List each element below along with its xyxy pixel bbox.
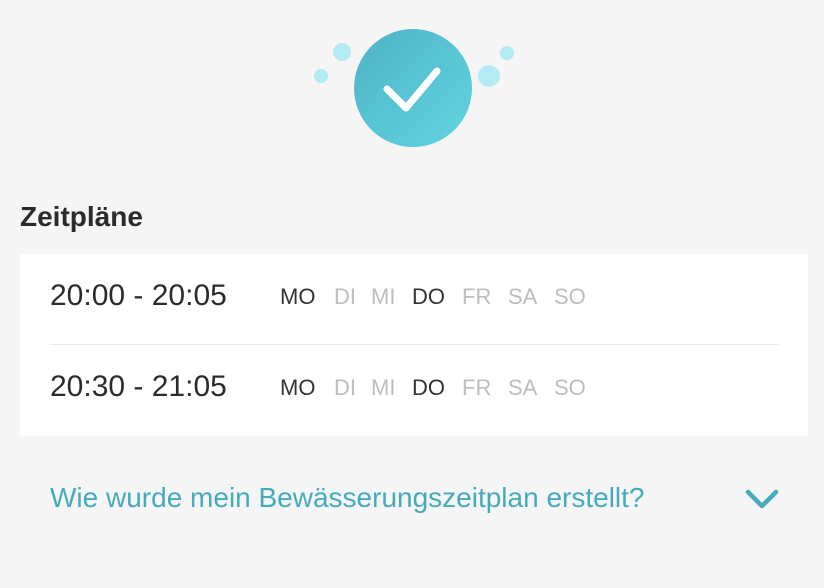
faq-link[interactable]: Wie wurde mein Bewässerungszeitplan erst… xyxy=(50,479,645,517)
weekday-label: MO xyxy=(280,375,316,400)
weekday-label: SO xyxy=(554,375,586,400)
decorative-bubble xyxy=(478,65,500,87)
schedule-time: 20:30 - 21:05 xyxy=(50,370,227,403)
weekday-label: MO xyxy=(280,284,316,309)
decorative-bubble xyxy=(500,46,514,60)
weekday-label: DI xyxy=(334,375,356,400)
weekday-label: SO xyxy=(554,284,586,309)
schedule-row[interactable]: 20:00 - 20:05 MO DI MI DO FR SA SO xyxy=(20,254,808,344)
weekday-label: DO xyxy=(412,375,445,400)
schedule-time: 20:00 - 20:05 xyxy=(50,279,227,312)
checkmark-icon xyxy=(383,67,441,112)
chevron-down-icon[interactable] xyxy=(744,487,780,511)
decorative-bubble xyxy=(333,43,351,61)
weekday-label: FR xyxy=(462,284,492,309)
schedule-row[interactable]: 20:30 - 21:05 MO DI MI DO FR SA SO xyxy=(20,345,808,435)
section-title-schedules: Zeitpläne xyxy=(20,201,143,232)
decorative-bubble xyxy=(314,69,328,83)
weekday-label: DO xyxy=(412,284,445,309)
weekday-label: FR xyxy=(462,375,492,400)
weekday-label: MI xyxy=(371,284,396,309)
weekday-label: SA xyxy=(508,284,538,309)
schedule-list: 20:00 - 20:05 MO DI MI DO FR SA SO 20:30… xyxy=(20,254,808,436)
weekday-label: DI xyxy=(334,284,356,309)
weekday-label: SA xyxy=(508,375,538,400)
success-header xyxy=(0,0,824,160)
success-badge xyxy=(354,29,472,147)
weekday-label: MI xyxy=(371,375,396,400)
